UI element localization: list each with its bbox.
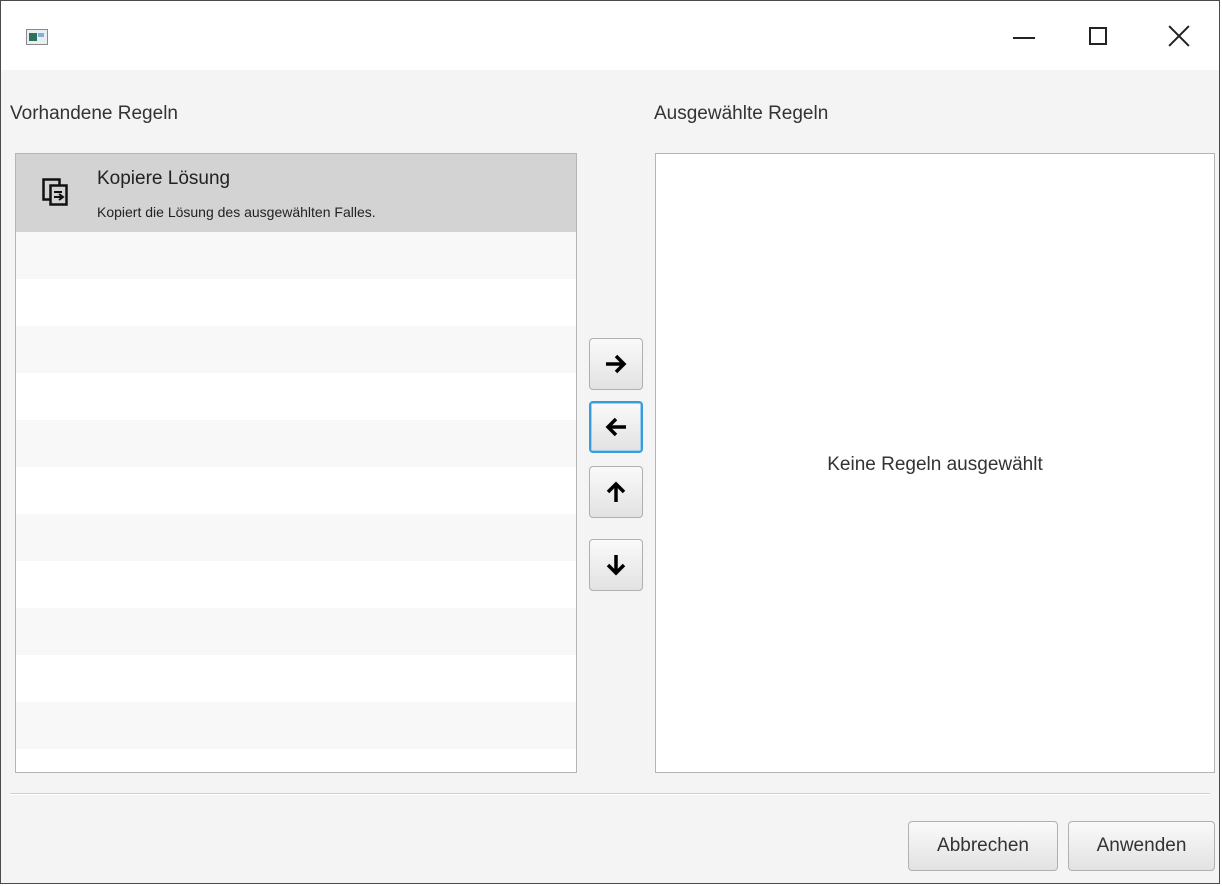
app-icon xyxy=(26,29,48,45)
maximize-icon xyxy=(1089,26,1107,45)
available-rules-list[interactable]: Kopiere Lösung Kopiert die Lösung des au… xyxy=(15,153,577,773)
copy-solution-icon xyxy=(42,178,68,206)
rules-dialog-window: Vorhandene Regeln Ausgewählte Regeln Kop… xyxy=(0,0,1220,884)
minimize-icon xyxy=(1013,36,1035,39)
list-row-empty xyxy=(16,655,576,702)
remove-rule-button[interactable] xyxy=(589,401,643,453)
arrow-right-icon xyxy=(606,354,627,374)
title-bar xyxy=(1,1,1219,70)
list-row-empty xyxy=(16,373,576,420)
rule-title: Kopiere Lösung xyxy=(97,168,231,189)
apply-button[interactable]: Anwenden xyxy=(1068,821,1215,871)
list-row-empty xyxy=(16,232,576,279)
rule-description: Kopiert die Lösung des ausgewählten Fall… xyxy=(97,204,376,220)
arrow-left-icon xyxy=(605,417,626,437)
add-rule-button[interactable] xyxy=(589,338,643,390)
footer-divider xyxy=(10,793,1210,795)
arrow-down-icon xyxy=(606,555,626,576)
cancel-button[interactable]: Abbrechen xyxy=(908,821,1058,871)
list-row-empty xyxy=(16,561,576,608)
available-rules-label: Vorhandene Regeln xyxy=(10,103,178,124)
move-up-button[interactable] xyxy=(589,466,643,518)
list-row-empty xyxy=(16,420,576,467)
close-icon xyxy=(1168,25,1190,47)
empty-placeholder: Keine Regeln ausgewählt xyxy=(827,454,1043,475)
list-row-empty xyxy=(16,749,576,772)
arrow-up-icon xyxy=(606,481,626,502)
list-row-empty xyxy=(16,279,576,326)
list-row-empty xyxy=(16,702,576,749)
move-down-button[interactable] xyxy=(589,539,643,591)
list-row-empty xyxy=(16,467,576,514)
close-button[interactable] xyxy=(1139,1,1219,70)
list-row-empty xyxy=(16,514,576,561)
selected-rules-label: Ausgewählte Regeln xyxy=(654,103,829,124)
list-row-empty xyxy=(16,326,576,373)
minimize-button[interactable] xyxy=(984,1,1064,70)
list-item-copy-solution[interactable]: Kopiere Lösung Kopiert die Lösung des au… xyxy=(16,154,576,232)
list-row-empty xyxy=(16,608,576,655)
maximize-button[interactable] xyxy=(1058,1,1138,70)
selected-rules-list[interactable]: Keine Regeln ausgewählt xyxy=(655,153,1215,773)
